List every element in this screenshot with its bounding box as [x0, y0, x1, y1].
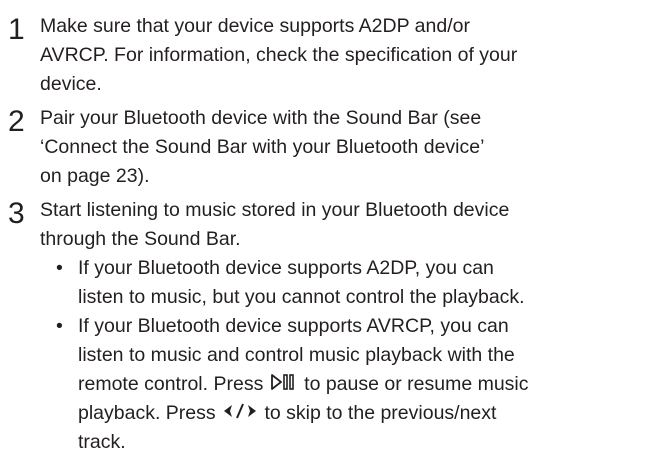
step-text: Pair your Bluetooth device with the Soun…: [40, 104, 645, 191]
text-line: AVRCP. For information, check the specif…: [40, 44, 518, 66]
text-fragment: to pause or resume music: [298, 373, 529, 395]
text-fragment: playback. Press: [78, 402, 222, 424]
previous-next-icon: [221, 401, 259, 421]
step-number: 3: [8, 197, 25, 230]
step-text: Make sure that your device supports A2DP…: [40, 12, 645, 99]
step-number: 1: [8, 13, 25, 46]
step-number: 2: [8, 105, 25, 138]
text-line: through the Sound Bar.: [40, 228, 241, 250]
text-line: If your Bluetooth device supports AVRCP,…: [78, 315, 509, 337]
step-text: Start listening to music stored in your …: [40, 196, 645, 254]
text-line: on page 23).: [40, 165, 150, 187]
text-line: Start listening to music stored in your …: [40, 199, 510, 221]
text-line: playback. Press to skip to the previous/…: [78, 399, 645, 428]
bullet-marker: •: [56, 315, 63, 337]
text-line: listen to music, but you cannot control …: [78, 286, 525, 308]
list-item: • If your Bluetooth device supports AVRC…: [40, 312, 645, 457]
text-line: Make sure that your device supports A2DP…: [40, 15, 470, 37]
text-line: ‘Connect the Sound Bar with your Bluetoo…: [40, 136, 485, 158]
text-fragment: to skip to the previous/next: [259, 402, 497, 424]
play-pause-icon: [269, 372, 299, 392]
list-item: • If your Bluetooth device supports A2DP…: [40, 254, 645, 312]
text-line: track.: [78, 431, 126, 453]
text-line: Pair your Bluetooth device with the Soun…: [40, 107, 482, 129]
text-line: listen to music and control music playba…: [78, 344, 515, 366]
bullet-list: • If your Bluetooth device supports A2DP…: [40, 254, 645, 457]
bullet-marker: •: [56, 257, 63, 279]
text-line: If your Bluetooth device supports A2DP, …: [78, 257, 494, 279]
text-fragment: remote control. Press: [78, 373, 269, 395]
instruction-page: 1 Make sure that your device supports A2…: [0, 0, 652, 458]
text-line: device.: [40, 73, 102, 95]
text-line: remote control. Press to pause or resume…: [78, 370, 645, 399]
